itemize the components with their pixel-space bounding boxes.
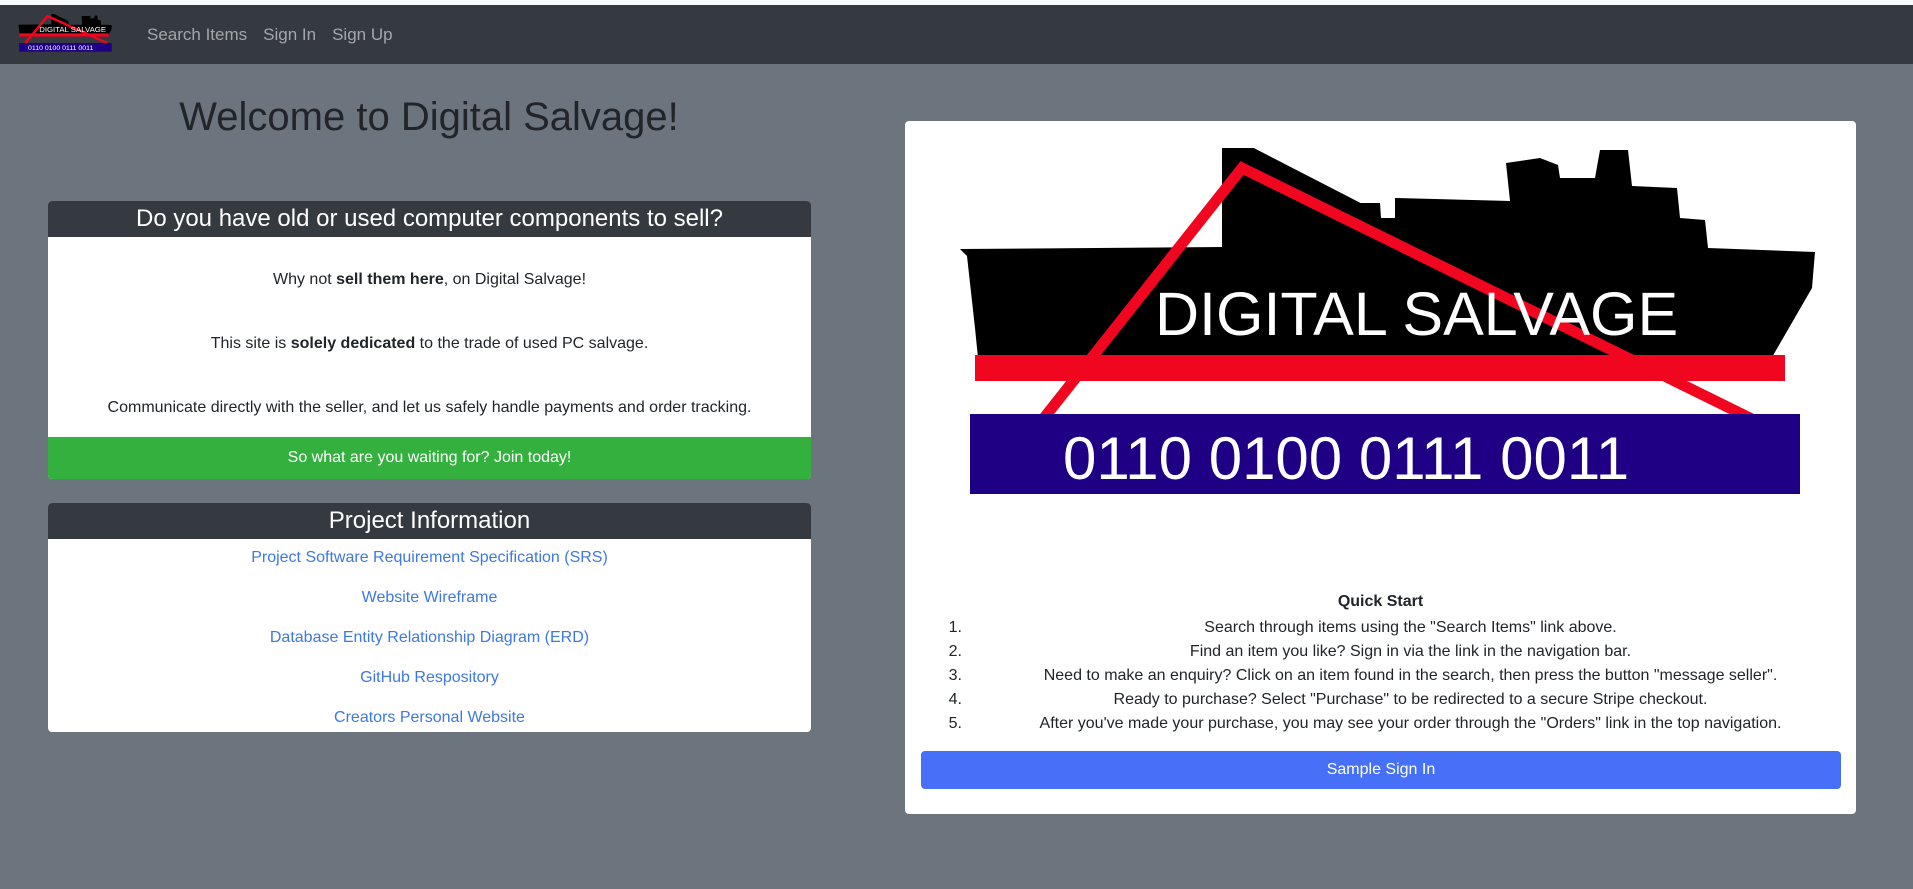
sell-text-2: This site is solely dedicated to the tra… [210,335,649,352]
list-item: 4. Ready to purchase? Select "Purchase" t… [948,691,1708,708]
svg-text:DIGITAL SALVAGE: DIGITAL SALVAGE [1155,280,1678,348]
svg-text:0110 0100 0111 0011: 0110 0100 0111 0011 [1063,425,1629,492]
sell-card: Do you have old or used computer compone… [48,201,811,479]
quick-start-title: Quick Start [1337,593,1424,610]
page-title: Welcome to Digital Salvage! [179,95,679,139]
list-item: 5. After you've made your purchase, you m… [948,715,1782,732]
sell-card-header: Do you have old or used computer compone… [48,201,811,237]
project-info-card: Project Information Project Software Req… [48,503,811,732]
erd-link[interactable]: Database Entity Relationship Diagram (ER… [48,629,811,647]
list-item: 2. Find an item you like? Sign in via the… [948,643,1632,660]
navbar: DIGITAL SALVAGE 0110 0100 0111 0011 Sear… [0,5,1913,64]
list-item: 1. Search through items using the "Search… [948,619,1617,636]
sell-text-1: Why not sell them here, on Digital Salva… [272,271,587,288]
join-today-button[interactable]: So what are you waiting for? Join today! [48,437,811,479]
srs-link[interactable]: Project Software Requirement Specificati… [48,549,811,567]
list-item: 3. Need to make an enquiry? Click on an i… [948,667,1778,684]
wireframe-link[interactable]: Website Wireframe [48,589,811,607]
nav-sign-in[interactable]: Sign In [263,25,316,45]
project-info-header: Project Information [48,503,811,539]
sell-text-3: Communicate directly with the seller, an… [107,399,752,416]
sample-sign-in-button[interactable]: Sample Sign In [921,751,1841,789]
nav-search-items[interactable]: Search Items [147,25,247,45]
quick-start-steps: 1. Search through items using the "Search… [905,616,1856,736]
svg-text:0110 0100 0111 0011: 0110 0100 0111 0011 [28,45,93,52]
brand-logo[interactable]: DIGITAL SALVAGE 0110 0100 0111 0011 [18,14,114,56]
personal-website-link[interactable]: Creators Personal Website [48,709,811,727]
quick-start-card: DIGITAL SALVAGE 0110 0100 0111 0011 Quic… [905,121,1856,814]
github-link[interactable]: GitHub Respository [48,669,811,687]
digital-salvage-logo: DIGITAL SALVAGE 0110 0100 0111 0011 [960,148,1815,494]
svg-text:DIGITAL SALVAGE: DIGITAL SALVAGE [39,25,106,34]
nav-sign-up[interactable]: Sign Up [332,25,392,45]
